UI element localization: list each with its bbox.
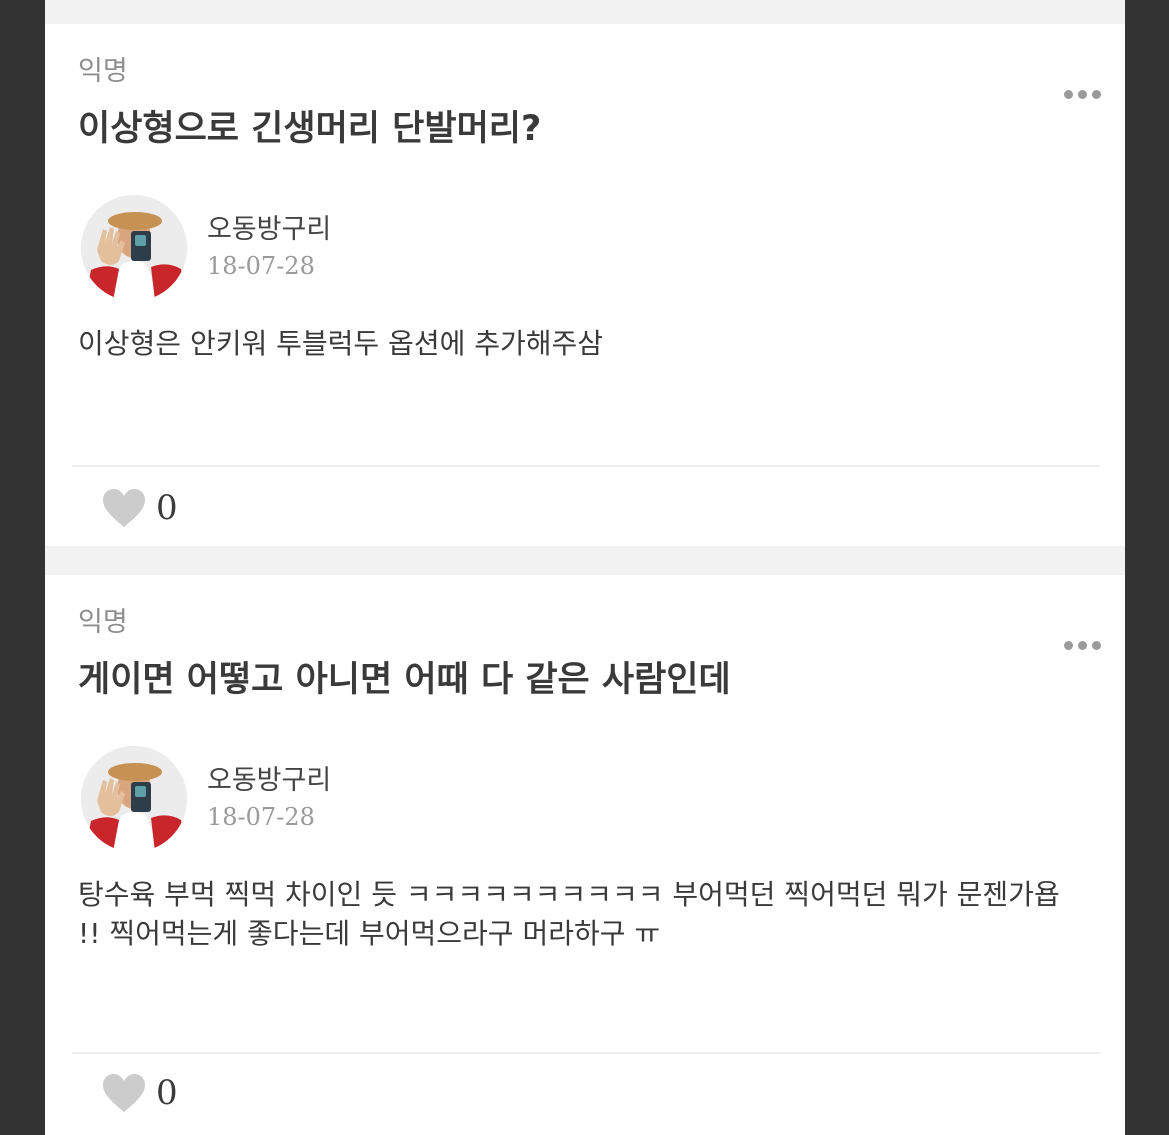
- divider: [72, 1052, 1100, 1054]
- post-card[interactable]: 익명 게이면 어떻고 아니면 어때 다 같은 사람인데 오동방구리 18-07-…: [45, 575, 1125, 1135]
- feed: 익명 이상형으로 긴생머리 단발머리? 오동방구리 18-07-28 이상형은 …: [45, 0, 1125, 1135]
- post-title[interactable]: 게이면 어떻고 아니면 어때 다 같은 사람인데: [78, 657, 731, 703]
- heart-icon: [103, 1074, 145, 1112]
- post-body: 탕수육 부먹 찍먹 차이인 듯 ㅋㅋㅋㅋㅋㅋㅋㅋㅋㅋ 부어먹던 찍어먹던 뭐가 …: [78, 878, 1060, 950]
- board-label: 익명: [78, 56, 128, 87]
- author-name[interactable]: 오동방구리: [207, 212, 331, 248]
- board-label: 익명: [78, 607, 128, 638]
- post-body: 이상형은 안키워 투블럭두 옵션에 추가해주삼: [78, 327, 604, 360]
- like-button[interactable]: 0: [102, 1072, 178, 1114]
- author-name[interactable]: 오동방구리: [207, 763, 331, 799]
- like-button[interactable]: 0: [102, 487, 178, 529]
- more-options-button[interactable]: [1064, 90, 1101, 99]
- more-dots-icon: [1064, 90, 1073, 99]
- avatar[interactable]: [81, 195, 187, 301]
- more-dots-icon: [1064, 641, 1073, 650]
- post-title[interactable]: 이상형으로 긴생머리 단발머리?: [78, 106, 541, 152]
- avatar[interactable]: [81, 746, 187, 852]
- post-date: 18-07-28: [207, 803, 315, 831]
- like-count: 0: [156, 1073, 178, 1113]
- like-count: 0: [156, 488, 178, 528]
- post-date: 18-07-28: [207, 252, 315, 280]
- heart-icon: [103, 489, 145, 527]
- post-card[interactable]: 익명 이상형으로 긴생머리 단발머리? 오동방구리 18-07-28 이상형은 …: [45, 24, 1125, 546]
- more-options-button[interactable]: [1064, 641, 1101, 650]
- divider: [72, 465, 1100, 467]
